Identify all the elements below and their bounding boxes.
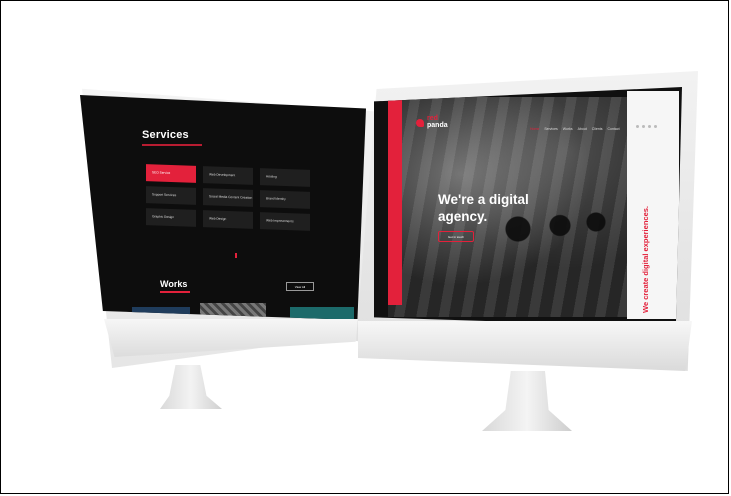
right-monitor-stand <box>482 371 572 431</box>
twitter-icon[interactable] <box>648 125 651 128</box>
logo-text-panda[interactable]: panda <box>427 122 448 129</box>
hero-headline: We're a digital agency. <box>438 192 529 224</box>
nav-item-home[interactable]: Home <box>530 127 539 131</box>
right-monitor: red panda Home Services Works About Clie… <box>356 71 701 441</box>
scroll-indicator <box>235 253 237 258</box>
facebook-icon[interactable] <box>636 125 639 128</box>
instagram-icon[interactable] <box>642 125 645 128</box>
service-tile[interactable]: Brand Identity <box>260 190 310 209</box>
service-tile[interactable]: Graphic Design <box>146 208 196 227</box>
right-monitor-screen: red panda Home Services Works About Clie… <box>374 87 682 327</box>
works-underline <box>160 291 190 293</box>
services-underline <box>142 144 202 146</box>
nav-item-clients[interactable]: Clients <box>592 127 603 131</box>
panda-logo-icon[interactable] <box>416 119 424 127</box>
main-nav: Home Services Works About Clients Contac… <box>530 127 620 131</box>
service-tile[interactable]: Social Media Content Creation <box>203 188 253 207</box>
right-monitor-chin <box>358 321 692 371</box>
left-monitor-stand <box>160 365 222 409</box>
nav-item-services[interactable]: Services <box>544 127 557 131</box>
linkedin-icon[interactable] <box>654 125 657 128</box>
view-all-button[interactable]: View All <box>286 282 314 291</box>
nav-item-about[interactable]: About <box>578 127 587 131</box>
services-title: Services <box>142 129 189 141</box>
nav-item-works[interactable]: Works <box>563 127 573 131</box>
vertical-tagline: We create digital experiences. <box>641 206 650 313</box>
services-grid: SEO Service Web Development Hosting Supp… <box>146 164 310 231</box>
logo-text-red[interactable]: red <box>427 115 438 122</box>
service-tile[interactable]: Web Development <box>203 166 253 185</box>
service-tile[interactable]: Hosting <box>260 168 310 187</box>
left-monitor-screen: Services SEO Service Web Development Hos… <box>80 95 366 320</box>
mockup-frame: Services SEO Service Web Development Hos… <box>0 0 729 494</box>
nav-item-contact[interactable]: Contact <box>607 127 619 131</box>
social-links <box>636 125 657 128</box>
service-tile[interactable]: Web Design <box>203 210 253 229</box>
left-monitor: Services SEO Service Web Development Hos… <box>76 83 376 413</box>
service-tile[interactable]: Web Improvements <box>260 212 310 231</box>
red-accent-bar <box>388 99 402 305</box>
get-in-touch-button[interactable]: Get in touch <box>438 231 474 242</box>
service-tile[interactable]: Support Services <box>146 186 196 205</box>
service-tile[interactable]: SEO Service <box>146 164 196 183</box>
works-title: Works <box>160 279 188 289</box>
